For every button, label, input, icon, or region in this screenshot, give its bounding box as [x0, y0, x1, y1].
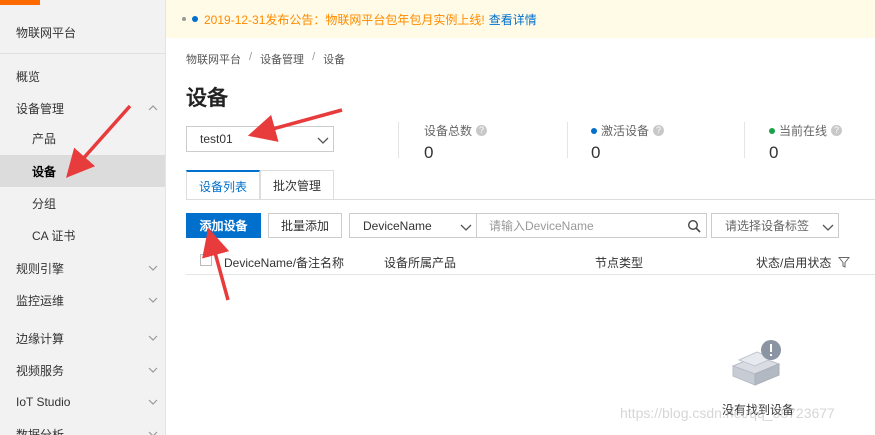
chevron-down-icon: [148, 295, 158, 305]
column-header-product: 设备所属产品: [384, 256, 457, 270]
stat-label-row: 激活设备 ?: [591, 122, 665, 139]
device-tag-placeholder: 请选择设备标签: [725, 219, 810, 233]
filter-icon[interactable]: [837, 256, 850, 271]
divider: [567, 122, 568, 158]
sidebar-item-ca-cert[interactable]: CA 证书: [0, 219, 165, 251]
chevron-down-icon: [148, 365, 158, 375]
sidebar-item-label: 边缘计算: [16, 331, 65, 346]
add-device-button[interactable]: 添加设备: [186, 213, 261, 238]
column-header-node-type: 节点类型: [595, 256, 644, 270]
divider: [186, 199, 875, 200]
sidebar-item-label: 监控运维: [16, 293, 65, 308]
search-input[interactable]: 请输入DeviceName: [476, 213, 707, 238]
stat-value: 0: [591, 143, 601, 162]
chevron-down-icon: [148, 333, 158, 343]
stat-label-row: 当前在线 ?: [769, 122, 843, 139]
column-header-status-label: 状态/启用状态: [756, 256, 832, 270]
breadcrumb-item[interactable]: 设备管理: [260, 51, 304, 67]
breadcrumb-separator: /: [312, 51, 316, 63]
search-field-select[interactable]: DeviceName: [349, 213, 477, 238]
stat-total-devices: 设备总数 ? 0: [424, 122, 488, 163]
status-dot-icon: [591, 127, 597, 134]
sidebar-item-edge-computing[interactable]: 边缘计算: [0, 322, 165, 354]
divider: [0, 53, 165, 54]
sidebar-item-overview[interactable]: 概览: [0, 60, 165, 92]
sidebar-item-label: 规则引擎: [16, 261, 65, 276]
status-dot-icon: [769, 127, 775, 134]
sidebar-item-monitoring[interactable]: 监控运维: [0, 284, 165, 316]
divider: [744, 122, 745, 158]
sidebar-item-label: 设备管理: [16, 101, 65, 116]
sidebar-item-label: 分组: [32, 196, 57, 211]
sidebar: 物联网平台 概览 设备管理 产品 设备 分组 CA 证书 规则引擎 监控运维 边…: [0, 0, 166, 435]
empty-box-icon: [727, 338, 787, 388]
sidebar-item-iot-studio[interactable]: IoT Studio: [0, 386, 165, 418]
sidebar-item-label: 设备: [32, 164, 57, 179]
chevron-down-icon: [148, 263, 158, 273]
chevron-down-icon: [317, 134, 329, 144]
stat-label-row: 设备总数 ?: [424, 122, 488, 139]
stat-online-devices: 当前在线 ? 0: [769, 122, 843, 163]
stat-label: 激活设备: [601, 124, 650, 138]
stat-label: 设备总数: [424, 124, 473, 138]
watermark: https://blog.csdn.net/qq_38723677: [620, 405, 835, 421]
sidebar-item-rule-engine[interactable]: 规则引擎: [0, 252, 165, 284]
notice-bar: 2019-12-31发布公告：物联网平台包年包月实例上线! 查看详情: [166, 0, 875, 38]
select-all-checkbox[interactable]: [200, 254, 212, 266]
stat-value: 0: [769, 143, 779, 162]
table-header: DeviceName/备注名称 设备所属产品 节点类型 状态/启用状态: [186, 247, 875, 275]
help-icon[interactable]: ?: [476, 125, 488, 136]
chevron-down-icon: [822, 221, 834, 231]
chevron-down-icon: [148, 429, 158, 435]
stat-value: 0: [424, 143, 434, 162]
tab-batch-management[interactable]: 批次管理: [260, 170, 335, 200]
column-header-status: 状态/启用状态: [756, 254, 850, 271]
bullet-icon: [192, 16, 198, 22]
tab-device-list[interactable]: 设备列表: [186, 170, 261, 200]
help-icon[interactable]: ?: [831, 125, 843, 136]
sidebar-item-device[interactable]: 设备: [0, 155, 165, 187]
sidebar-brand[interactable]: 物联网平台: [16, 24, 76, 41]
product-select[interactable]: test01: [186, 126, 334, 152]
batch-add-button[interactable]: 批量添加: [268, 213, 342, 238]
search-field-value: DeviceName: [363, 218, 432, 233]
sidebar-item-label: 视频服务: [16, 363, 65, 378]
chevron-down-icon: [460, 221, 472, 231]
product-select-value: test01: [200, 132, 233, 146]
sidebar-item-label: 产品: [32, 131, 57, 146]
sidebar-item-label: 数据分析: [16, 427, 65, 435]
page-title: 设备: [186, 87, 228, 110]
device-tag-select[interactable]: 请选择设备标签: [711, 213, 839, 238]
column-header-devicename: DeviceName/备注名称: [224, 256, 345, 270]
chevron-down-icon: [148, 397, 158, 407]
tab-bar: 设备列表 批次管理: [186, 170, 335, 200]
sidebar-item-product[interactable]: 产品: [0, 122, 165, 154]
stat-label: 当前在线: [779, 124, 828, 138]
help-icon[interactable]: ?: [653, 125, 665, 136]
bullet-icon: [182, 17, 186, 21]
sidebar-item-data-analysis[interactable]: 数据分析: [0, 418, 165, 435]
divider: [398, 122, 399, 158]
sidebar-item-video-service[interactable]: 视频服务: [0, 354, 165, 386]
sidebar-item-group[interactable]: 分组: [0, 187, 165, 219]
breadcrumb-separator: /: [249, 51, 253, 63]
brand-accent-bar: [0, 0, 40, 5]
notice-text: 2019-12-31发布公告：物联网平台包年包月实例上线!: [204, 12, 485, 27]
sidebar-item-device-management[interactable]: 设备管理: [0, 92, 165, 124]
breadcrumb-item: 设备: [323, 54, 346, 66]
stat-activated-devices: 激活设备 ? 0: [591, 122, 665, 163]
notice-details-link[interactable]: 查看详情: [489, 11, 537, 28]
search-placeholder: 请输入DeviceName: [489, 219, 594, 233]
breadcrumb-item[interactable]: 物联网平台: [186, 51, 241, 67]
breadcrumb: 物联网平台 / 设备管理 / 设备: [186, 51, 345, 67]
sidebar-item-label: IoT Studio: [16, 395, 71, 409]
chevron-up-icon: [148, 103, 158, 113]
search-icon[interactable]: [687, 219, 701, 236]
sidebar-item-label: 概览: [16, 69, 41, 84]
sidebar-item-label: CA 证书: [32, 228, 76, 243]
